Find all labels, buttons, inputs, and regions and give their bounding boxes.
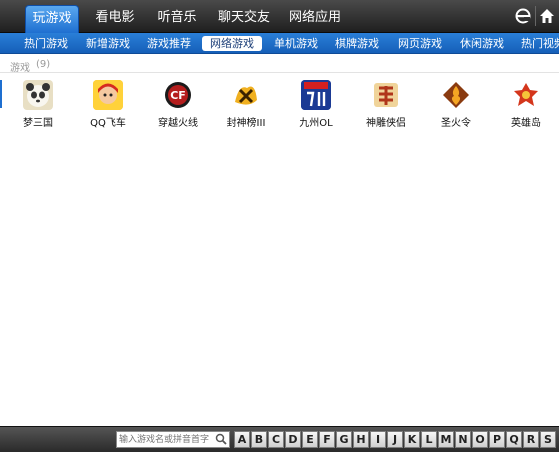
subtab-online-games[interactable]: 网络游戏 xyxy=(202,36,262,51)
letter-filter-f[interactable]: F xyxy=(319,431,335,448)
game-item[interactable]: 封神榜III xyxy=(211,80,281,130)
home-icon[interactable] xyxy=(538,7,556,25)
ie-icon[interactable] xyxy=(514,7,532,25)
letter-filter-b[interactable]: B xyxy=(251,431,267,448)
letter-filter-k[interactable]: K xyxy=(404,431,420,448)
letter-filter-o[interactable]: O xyxy=(472,431,488,448)
letter-filter-p[interactable]: P xyxy=(489,431,505,448)
game-item[interactable]: 圣火令 xyxy=(421,80,491,130)
game-name: 九州OL xyxy=(299,118,333,129)
letter-filter-m[interactable]: M xyxy=(438,431,454,448)
fengshen-icon xyxy=(231,80,261,110)
game-name: QQ飞车 xyxy=(90,118,126,129)
subtab-recommended[interactable]: 游戏推荐 xyxy=(145,36,193,51)
shendiao-icon xyxy=(371,80,401,110)
section-title: 游戏 xyxy=(10,63,30,74)
game-item[interactable]: 九州OL xyxy=(281,80,351,130)
letter-filter-l[interactable]: L xyxy=(421,431,437,448)
bottom-bar: A B C D E F G H I J K L M N O P Q R S xyxy=(0,426,559,452)
section-count: (9) xyxy=(36,59,51,70)
search-box xyxy=(116,431,230,448)
letter-filter-h[interactable]: H xyxy=(353,431,369,448)
game-name: 封神榜III xyxy=(226,118,266,129)
letter-filter-j[interactable]: J xyxy=(387,431,403,448)
game-name: 圣火令 xyxy=(441,118,471,129)
game-name: 梦三国 xyxy=(23,118,53,129)
letter-filter-a[interactable]: A xyxy=(234,431,250,448)
home-icon-svg xyxy=(540,9,554,23)
subtab-board-games[interactable]: 棋牌游戏 xyxy=(333,36,381,51)
panda-icon xyxy=(23,80,53,110)
game-item[interactable]: 神雕侠侣 xyxy=(351,80,421,130)
game-item[interactable]: 英雄岛 xyxy=(491,80,559,130)
tab-chat-friends[interactable]: 聊天交友 xyxy=(213,5,275,33)
subtab-hot-games[interactable]: 热门游戏 xyxy=(22,36,70,51)
search-input[interactable] xyxy=(117,432,215,447)
top-nav-bar: 玩游戏 看电影 听音乐 聊天交友 网络应用 xyxy=(0,0,559,33)
corner-divider xyxy=(535,6,536,26)
game-item[interactable]: 梦三国 xyxy=(3,80,73,130)
cf-logo-icon: CF xyxy=(163,80,193,110)
jiuzhou-icon xyxy=(301,80,331,110)
letter-filter-q[interactable]: Q xyxy=(506,431,522,448)
shenghuo-icon xyxy=(441,80,471,110)
game-item[interactable]: QQ飞车 xyxy=(73,80,143,130)
section-header: 游戏 (9) xyxy=(0,57,559,74)
letter-filter-g[interactable]: G xyxy=(336,431,352,448)
letter-filter-r[interactable]: R xyxy=(523,431,539,448)
tab-listen-music[interactable]: 听音乐 xyxy=(151,5,203,33)
ie-icon-svg xyxy=(515,8,531,24)
letter-filter-n[interactable]: N xyxy=(455,431,471,448)
subtab-web-games[interactable]: 网页游戏 xyxy=(396,36,444,51)
subtab-new-games[interactable]: 新增游戏 xyxy=(84,36,132,51)
hero-island-icon xyxy=(511,80,541,110)
tab-watch-movies[interactable]: 看电影 xyxy=(89,5,141,33)
letter-filter-s[interactable]: S xyxy=(540,431,556,448)
letter-filter-d[interactable]: D xyxy=(285,431,301,448)
game-name: 英雄岛 xyxy=(511,118,541,129)
letter-filter-e[interactable]: E xyxy=(302,431,318,448)
letter-filter-c[interactable]: C xyxy=(268,431,284,448)
subtab-hot-videos[interactable]: 热门视频 xyxy=(519,36,559,51)
selection-marker xyxy=(0,80,2,108)
category-bar: 热门游戏 新增游戏 游戏推荐 网络游戏 单机游戏 棋牌游戏 网页游戏 休闲游戏 … xyxy=(0,33,559,54)
subtab-single-player[interactable]: 单机游戏 xyxy=(272,36,320,51)
racer-icon xyxy=(93,80,123,110)
game-item[interactable]: CF 穿越火线 xyxy=(143,80,213,130)
subtab-casual-games[interactable]: 休闲游戏 xyxy=(458,36,506,51)
tab-web-apps[interactable]: 网络应用 xyxy=(284,5,346,33)
letter-filter-i[interactable]: I xyxy=(370,431,386,448)
search-icon[interactable] xyxy=(215,433,227,445)
game-name: 神雕侠侣 xyxy=(366,118,406,129)
tab-play-games[interactable]: 玩游戏 xyxy=(25,5,79,33)
game-name: 穿越火线 xyxy=(158,118,198,129)
svg-text:CF: CF xyxy=(170,89,186,102)
